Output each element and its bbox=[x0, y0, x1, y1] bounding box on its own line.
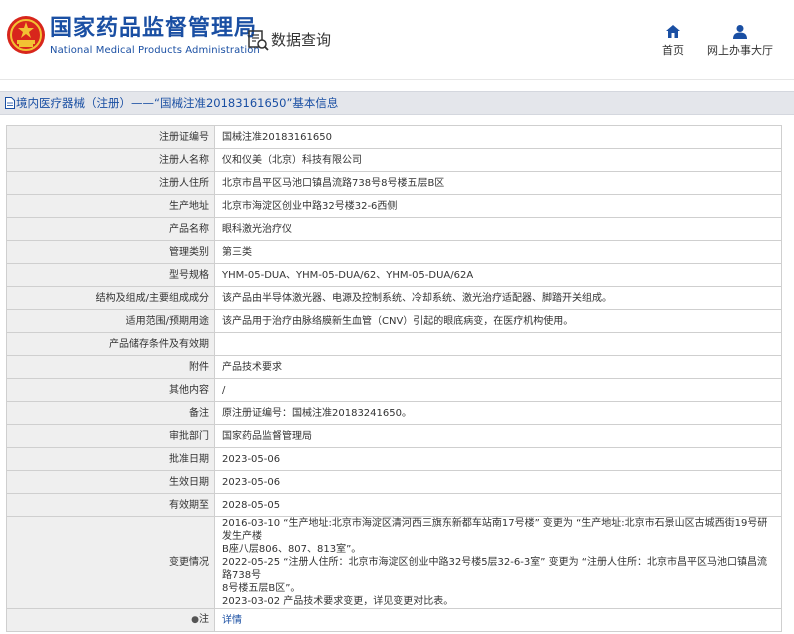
row-label: 适用范围/预期用途 bbox=[6, 309, 215, 333]
table-row-change-history: 变更情况 2016-03-10 “生产地址:北京市海淀区清河西三旗东新都车站南1… bbox=[6, 516, 782, 609]
site-subtitle: National Medical Products Administration bbox=[50, 45, 260, 56]
table-row: 备注 原注册证编号：国械注准20183241650。 bbox=[6, 401, 782, 425]
change-line: B座八层806、807、813室”。 bbox=[222, 544, 362, 555]
table-row: 适用范围/预期用途 该产品用于治疗由脉络膜新生血管（CNV）引起的眼底病变，在医… bbox=[6, 309, 782, 333]
note-label: 注 bbox=[199, 614, 209, 625]
table-row: 附件 产品技术要求 bbox=[6, 355, 782, 379]
row-label: 结构及组成/主要组成成分 bbox=[6, 286, 215, 310]
home-icon bbox=[666, 25, 680, 38]
row-label: 审批部门 bbox=[6, 424, 215, 448]
row-label: 型号规格 bbox=[6, 263, 215, 287]
note-value-cell: 详情 bbox=[214, 608, 782, 632]
row-value: YHM-05-DUA、YHM-05-DUA/62、YHM-05-DUA/62A bbox=[214, 263, 782, 287]
table-row: 有效期至 2028-05-05 bbox=[6, 493, 782, 517]
row-value: 2023-05-06 bbox=[214, 447, 782, 471]
row-label: 管理类别 bbox=[6, 240, 215, 264]
change-line: 2023-03-02 产品技术要求变更，详见变更对比表。 bbox=[222, 596, 454, 607]
row-label: 注册人名称 bbox=[6, 148, 215, 172]
row-value bbox=[214, 332, 782, 356]
row-label: 变更情况 bbox=[6, 516, 215, 609]
section-title-bar: 境内医疗器械（注册）——“国械注准20183161650”基本信息 bbox=[0, 91, 794, 115]
nav-home-label: 首页 bbox=[662, 44, 684, 57]
nav-online-office[interactable]: 网上办事大厅 bbox=[706, 24, 774, 64]
row-value: 产品技术要求 bbox=[214, 355, 782, 379]
row-label: 其他内容 bbox=[6, 378, 215, 402]
row-value: / bbox=[214, 378, 782, 402]
data-query-title: 数据查询 bbox=[271, 31, 332, 49]
nav-online-office-label: 网上办事大厅 bbox=[707, 44, 773, 57]
row-value: 北京市昌平区马池口镇昌流路738号8号楼五层B区 bbox=[214, 171, 782, 195]
note-label-cell: ●注 bbox=[6, 608, 215, 632]
table-row: 审批部门 国家药品监督管理局 bbox=[6, 424, 782, 448]
table-row-note: ●注 详情 bbox=[6, 608, 782, 632]
site-header: 国家药品监督管理局 National Medical Products Admi… bbox=[0, 0, 794, 80]
row-label: 批准日期 bbox=[6, 447, 215, 471]
row-label: 注册证编号 bbox=[6, 125, 215, 149]
section-title: 境内医疗器械（注册）——“国械注准20183161650”基本信息 bbox=[16, 96, 339, 110]
row-value: 该产品由半导体激光器、电源及控制系统、冷却系统、激光治疗适配器、脚踏开关组成。 bbox=[214, 286, 782, 310]
table-row: 生产地址 北京市海淀区创业中路32号楼32-6西侧 bbox=[6, 194, 782, 218]
row-label: 生效日期 bbox=[6, 470, 215, 494]
change-line: 2022-05-25 “注册人住所：北京市海淀区创业中路32号楼5层32-6-3… bbox=[222, 557, 767, 581]
row-value: 原注册证编号：国械注准20183241650。 bbox=[214, 401, 782, 425]
row-value: 该产品用于治疗由脉络膜新生血管（CNV）引起的眼底病变，在医疗机构使用。 bbox=[214, 309, 782, 333]
table-row: 批准日期 2023-05-06 bbox=[6, 447, 782, 471]
device-info-table: 注册证编号 国械注准20183161650 注册人名称 仪和仪美（北京）科技有限… bbox=[6, 125, 782, 632]
row-label: 备注 bbox=[6, 401, 215, 425]
row-value: 2028-05-05 bbox=[214, 493, 782, 517]
table-row: 注册人名称 仪和仪美（北京）科技有限公司 bbox=[6, 148, 782, 172]
row-value: 2023-05-06 bbox=[214, 470, 782, 494]
row-label: 有效期至 bbox=[6, 493, 215, 517]
change-history-value: 2016-03-10 “生产地址:北京市海淀区清河西三旗东新都车站南17号楼” … bbox=[214, 516, 782, 609]
document-icon bbox=[5, 97, 15, 109]
row-label: 附件 bbox=[6, 355, 215, 379]
row-value: 仪和仪美（北京）科技有限公司 bbox=[214, 148, 782, 172]
nav-home[interactable]: 首页 bbox=[655, 24, 691, 64]
row-value: 国家药品监督管理局 bbox=[214, 424, 782, 448]
change-line: 2016-03-10 “生产地址:北京市海淀区清河西三旗东新都车站南17号楼” … bbox=[222, 518, 768, 542]
details-link[interactable]: 详情 bbox=[222, 615, 242, 626]
table-row: 结构及组成/主要组成成分 该产品由半导体激光器、电源及控制系统、冷却系统、激光治… bbox=[6, 286, 782, 310]
data-query-icon bbox=[248, 30, 269, 51]
user-icon bbox=[733, 25, 747, 39]
table-row: 生效日期 2023-05-06 bbox=[6, 470, 782, 494]
table-row: 注册人住所 北京市昌平区马池口镇昌流路738号8号楼五层B区 bbox=[6, 171, 782, 195]
row-value: 国械注准20183161650 bbox=[214, 125, 782, 149]
row-value: 第三类 bbox=[214, 240, 782, 264]
row-value: 眼科激光治疗仪 bbox=[214, 217, 782, 241]
table-row: 产品名称 眼科激光治疗仪 bbox=[6, 217, 782, 241]
row-value: 北京市海淀区创业中路32号楼32-6西侧 bbox=[214, 194, 782, 218]
site-title: 国家药品监督管理局 bbox=[50, 16, 258, 41]
national-emblem-icon bbox=[7, 16, 45, 54]
row-label: 生产地址 bbox=[6, 194, 215, 218]
bullet-icon: ● bbox=[191, 615, 199, 625]
table-row: 型号规格 YHM-05-DUA、YHM-05-DUA/62、YHM-05-DUA… bbox=[6, 263, 782, 287]
row-label: 产品储存条件及有效期 bbox=[6, 332, 215, 356]
row-label: 产品名称 bbox=[6, 217, 215, 241]
table-row: 管理类别 第三类 bbox=[6, 240, 782, 264]
table-row: 注册证编号 国械注准20183161650 bbox=[6, 125, 782, 149]
row-label: 注册人住所 bbox=[6, 171, 215, 195]
table-row: 其他内容 / bbox=[6, 378, 782, 402]
table-row: 产品储存条件及有效期 bbox=[6, 332, 782, 356]
change-line: 8号楼五层B区”。 bbox=[222, 583, 301, 594]
